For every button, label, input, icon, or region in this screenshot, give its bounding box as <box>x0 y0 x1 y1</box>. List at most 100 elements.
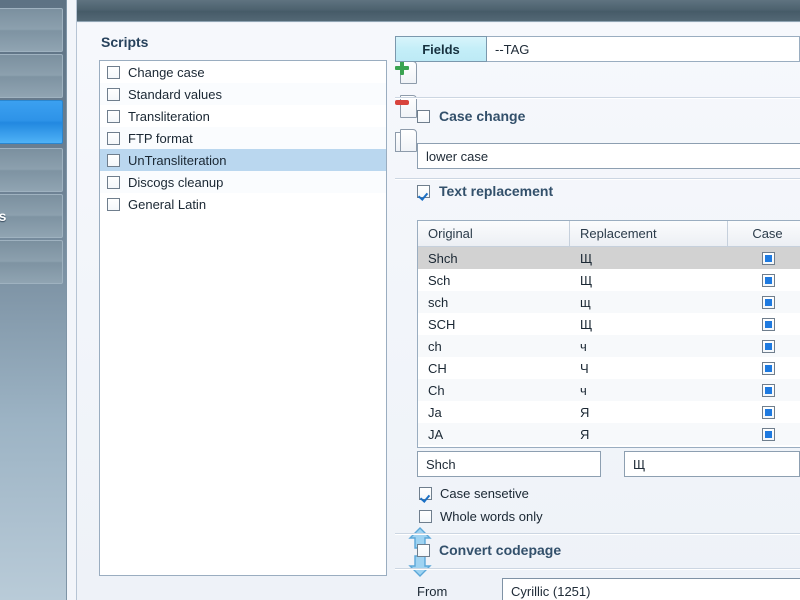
sidebar-item-6[interactable] <box>0 240 63 284</box>
cell-original: sch <box>418 291 570 313</box>
sidebar-item-1[interactable] <box>0 8 63 52</box>
case-checkbox[interactable] <box>762 362 775 375</box>
list-item[interactable]: Change case <box>100 61 386 83</box>
list-item-label: Discogs cleanup <box>128 175 223 190</box>
convert-codepage-checkbox[interactable] <box>417 544 430 557</box>
script-enable-checkbox[interactable] <box>107 66 120 79</box>
case-checkbox[interactable] <box>762 296 775 309</box>
sidebar-item-notes[interactable]: tes <box>0 566 63 582</box>
cell-original: CH <box>418 357 570 379</box>
case-checkbox[interactable] <box>762 428 775 441</box>
sidebar-item-templates-label: plates <box>0 208 7 224</box>
cell-case[interactable] <box>728 335 800 357</box>
case-checkbox[interactable] <box>762 384 775 397</box>
list-item[interactable]: General Latin <box>100 193 386 215</box>
cell-case[interactable] <box>728 379 800 401</box>
tag-input-value: --TAG <box>495 42 529 57</box>
window-titlebar: Text t <box>77 0 800 22</box>
fields-row: Fields --TAG <box>395 36 800 62</box>
sidebar-item-templates[interactable]: plates <box>0 194 63 238</box>
text-replacement-group-header[interactable]: Text replacement <box>417 183 553 199</box>
case-checkbox[interactable] <box>762 274 775 287</box>
divider <box>395 97 800 98</box>
table-header-row: Original Replacement Case <box>418 221 800 247</box>
scripts-panel: Scripts Change case Standard values Tran… <box>99 34 387 590</box>
case-change-select[interactable]: lower case <box>417 143 800 169</box>
script-enable-checkbox[interactable] <box>107 110 120 123</box>
sidebar-item-settings[interactable]: ngs <box>0 148 63 192</box>
whole-words-only-option[interactable]: Whole words only <box>419 509 543 524</box>
list-item[interactable]: Transliteration <box>100 105 386 127</box>
dialog-client-area: Scripts Change case Standard values Tran… <box>77 23 800 600</box>
cell-case[interactable] <box>728 423 800 445</box>
column-header-replacement[interactable]: Replacement <box>570 221 728 246</box>
original-input[interactable]: Shch <box>417 451 601 477</box>
table-row[interactable]: Ch ч <box>418 379 800 401</box>
cell-original: JA <box>418 423 570 445</box>
table-row[interactable]: CH Ч <box>418 357 800 379</box>
fields-button-label: Fields <box>422 42 460 57</box>
text-replacement-label: Text replacement <box>439 183 553 199</box>
replacement-edit-row: Shch Щ <box>417 451 800 477</box>
script-options-panel: Fields --TAG Case change lower case <box>395 23 800 600</box>
case-sensetive-option[interactable]: Case sensetive <box>419 486 529 501</box>
scripts-list[interactable]: Change case Standard values Transliterat… <box>99 60 387 576</box>
column-header-original[interactable]: Original <box>418 221 570 246</box>
script-enable-checkbox[interactable] <box>107 176 120 189</box>
cell-case[interactable] <box>728 313 800 335</box>
cell-case[interactable] <box>728 269 800 291</box>
case-sensetive-checkbox[interactable] <box>419 487 432 500</box>
convert-codepage-group-header[interactable]: Convert codepage <box>417 542 561 558</box>
cell-replacement: ч <box>570 379 728 401</box>
cell-replacement: Я <box>570 423 728 445</box>
sidebar-item-transform[interactable]: rm <box>0 100 63 144</box>
script-enable-checkbox[interactable] <box>107 88 120 101</box>
replacement-input-value: Щ <box>633 457 645 472</box>
cell-original: Sch <box>418 269 570 291</box>
left-navigation-sidebar: rm ngs plates tes <box>0 0 67 600</box>
table-row[interactable]: sch щ <box>418 291 800 313</box>
list-item[interactable]: FTP format <box>100 127 386 149</box>
script-enable-checkbox[interactable] <box>107 154 120 167</box>
codepage-from-row: From Cyrillic (1251) <box>417 578 800 600</box>
case-checkbox[interactable] <box>762 340 775 353</box>
codepage-select[interactable]: Cyrillic (1251) <box>502 578 800 600</box>
convert-codepage-label: Convert codepage <box>439 542 561 558</box>
fields-button[interactable]: Fields <box>395 36 487 62</box>
cell-case[interactable] <box>728 247 800 269</box>
sidebar-item-2[interactable] <box>0 54 63 98</box>
list-item-label: Standard values <box>128 87 222 102</box>
replacement-input[interactable]: Щ <box>624 451 800 477</box>
case-change-checkbox[interactable] <box>417 110 430 123</box>
table-row[interactable]: JA Я <box>418 423 800 445</box>
list-item-label: General Latin <box>128 197 206 212</box>
cell-case[interactable] <box>728 291 800 313</box>
case-change-group-header[interactable]: Case change <box>417 108 525 124</box>
script-enable-checkbox[interactable] <box>107 198 120 211</box>
list-item[interactable]: Discogs cleanup <box>100 171 386 193</box>
whole-words-only-label: Whole words only <box>440 509 543 524</box>
cell-case[interactable] <box>728 401 800 423</box>
script-enable-checkbox[interactable] <box>107 132 120 145</box>
list-item[interactable]: Standard values <box>100 83 386 105</box>
cell-case[interactable] <box>728 357 800 379</box>
table-row[interactable]: Ja Я <box>418 401 800 423</box>
column-header-case[interactable]: Case <box>728 221 800 246</box>
case-checkbox[interactable] <box>762 406 775 419</box>
case-change-value: lower case <box>426 149 488 164</box>
whole-words-only-checkbox[interactable] <box>419 510 432 523</box>
case-checkbox[interactable] <box>762 318 775 331</box>
case-checkbox[interactable] <box>762 252 775 265</box>
divider <box>395 178 800 179</box>
cell-replacement: щ <box>570 291 728 313</box>
table-row[interactable]: Sch Щ <box>418 269 800 291</box>
list-item-selected[interactable]: UnTransliteration <box>100 149 386 171</box>
table-row[interactable]: SCH Щ <box>418 313 800 335</box>
replacement-table[interactable]: Original Replacement Case Shch Щ Sch Щ <box>417 220 800 448</box>
text-replacement-checkbox[interactable] <box>417 185 430 198</box>
table-row[interactable]: Shch Щ <box>418 247 800 269</box>
tag-input[interactable]: --TAG <box>487 36 800 62</box>
cell-replacement: Я <box>570 401 728 423</box>
table-row[interactable]: ch ч <box>418 335 800 357</box>
cell-replacement: Щ <box>570 269 728 291</box>
